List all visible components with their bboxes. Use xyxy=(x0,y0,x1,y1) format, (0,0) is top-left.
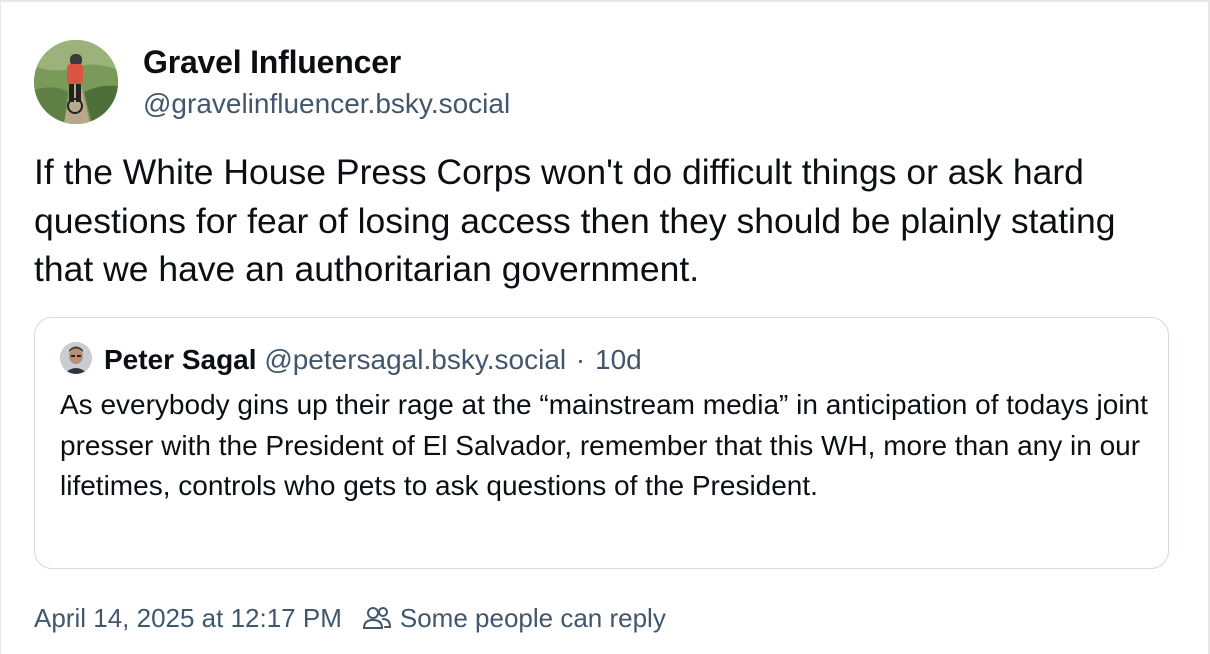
post: Gravel Influencer @gravelinfluencer.bsky… xyxy=(0,0,1210,654)
separator-dot: · xyxy=(575,344,586,375)
author-handle[interactable]: @gravelinfluencer.bsky.social xyxy=(143,88,510,120)
quoted-post-text: As everybody gins up their rage at the “… xyxy=(60,389,1148,501)
post-text: If the White House Press Corps won't do … xyxy=(34,152,1116,289)
author-display-name[interactable]: Gravel Influencer xyxy=(143,44,401,81)
reply-setting[interactable]: Some people can reply xyxy=(400,603,666,634)
people-icon xyxy=(362,603,392,633)
post-timestamp: April 14, 2025 at 12:17 PM xyxy=(34,602,342,633)
quoted-author-handle[interactable]: @petersagal.bsky.social xyxy=(264,344,566,375)
quoted-author-display-name[interactable]: Peter Sagal xyxy=(104,344,257,375)
quoted-post-age: 10d xyxy=(595,344,642,375)
quoted-author-avatar[interactable] xyxy=(60,342,92,374)
quoted-post-header: Peter Sagal @petersagal.bsky.social · 10… xyxy=(104,342,642,378)
quoted-post-card[interactable]: Peter Sagal @petersagal.bsky.social · 10… xyxy=(34,317,1169,569)
author-avatar[interactable] xyxy=(34,40,118,124)
post-footer: April 14, 2025 at 12:17 PM Some people c… xyxy=(34,600,666,636)
